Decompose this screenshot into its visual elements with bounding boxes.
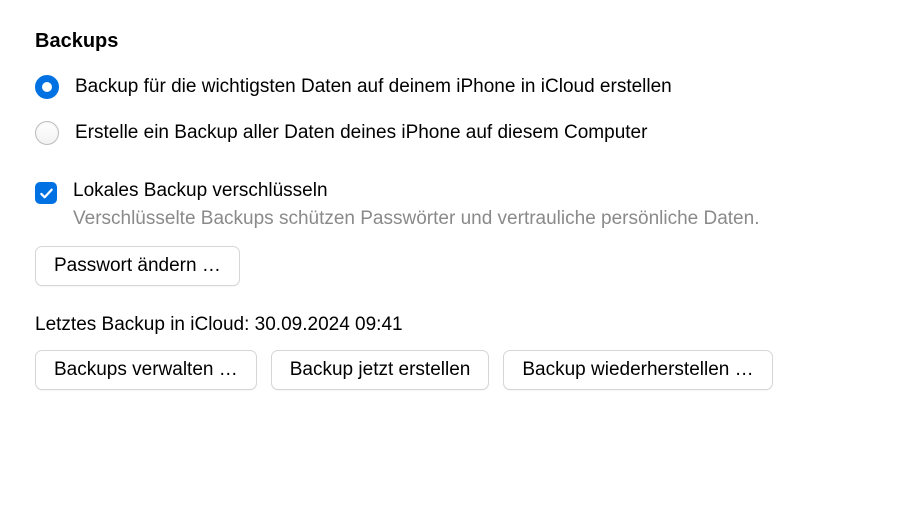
encrypt-label: Lokales Backup verschlüsseln [73,180,328,202]
restore-backup-button[interactable]: Backup wiederherstellen … [503,350,772,390]
radio-backup-icloud[interactable]: Backup für die wichtigsten Daten auf dei… [35,75,888,99]
backups-section: Backups Backup für die wichtigsten Daten… [35,30,888,390]
change-password-button[interactable]: Passwort ändern … [35,246,240,286]
checkmark-icon [35,182,57,204]
checkbox-encrypt-backup[interactable]: Lokales Backup verschlüsseln [35,180,888,204]
radio-backup-local[interactable]: Erstelle ein Backup aller Daten deines i… [35,121,888,145]
backup-now-button[interactable]: Backup jetzt erstellen [271,350,490,390]
radio-selected-icon [35,75,59,99]
radio-icloud-label: Backup für die wichtigsten Daten auf dei… [75,76,672,98]
encrypt-subtext: Verschlüsselte Backups schützen Passwört… [73,208,888,230]
radio-unselected-icon [35,121,59,145]
backup-button-row: Backups verwalten … Backup jetzt erstell… [35,350,888,390]
section-title: Backups [35,30,888,53]
radio-local-label: Erstelle ein Backup aller Daten deines i… [75,122,647,144]
manage-backups-button[interactable]: Backups verwalten … [35,350,257,390]
last-backup-text: Letztes Backup in iCloud: 30.09.2024 09:… [35,314,888,336]
